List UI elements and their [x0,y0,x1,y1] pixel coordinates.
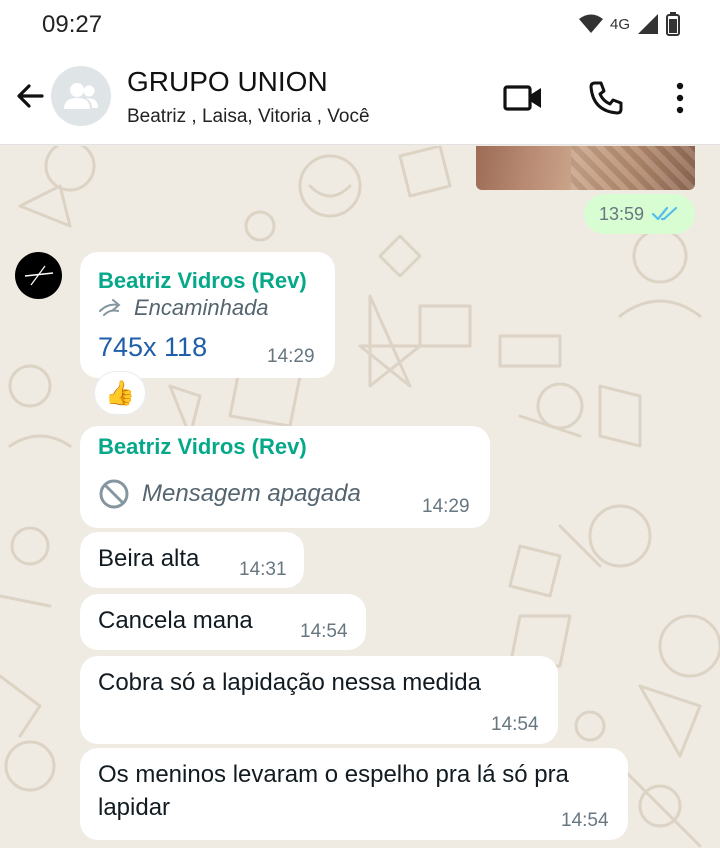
message-bubble[interactable]: Beira alta 14:31 [80,532,304,588]
forward-arrow-icon [99,299,121,316]
double-check-icon [652,206,678,221]
status-bar: 09:27 4G [0,0,720,50]
chat-header: GRUPO UNION Beatriz , Laisa, Vitoria , V… [0,50,720,145]
voice-call-icon[interactable] [586,78,626,118]
blocked-icon [99,479,129,509]
status-time: 09:27 [42,11,103,38]
deleted-message: Mensagem apagada [98,478,361,510]
more-options-icon[interactable] [660,78,700,118]
sender-logo-icon [24,265,54,286]
sender-avatar[interactable] [15,252,62,299]
network-type: 4G [609,15,630,33]
group-icon [64,83,98,109]
thumbs-up-icon: 👍 [105,379,135,407]
message-timestamp: 14:29 [267,346,315,367]
outgoing-message-meta: 13:59 [584,194,695,234]
image-message-thumbnail[interactable] [476,146,695,190]
signal-icon [638,14,658,34]
message-bubble[interactable]: Beatriz Vidros (Rev) Encaminhada 745x 11… [80,252,335,378]
sender-name[interactable]: Beatriz Vidros (Rev) [98,268,307,294]
message-bubble[interactable]: Cobra só a lapidação nessa medida 14:54 [80,656,558,744]
battery-icon [666,12,680,36]
message-timestamp: 14:54 [300,621,348,642]
status-icons: 4G [578,12,680,36]
back-arrow-icon[interactable] [12,78,48,114]
wifi-icon [578,14,603,33]
message-text: Os meninos levaram o espelho pra lá só p… [98,761,569,821]
video-call-icon[interactable] [503,78,543,118]
message-timestamp: 14:29 [422,496,470,517]
reaction-badge[interactable]: 👍 [94,371,146,415]
message-bubble[interactable]: Beatriz Vidros (Rev) Mensagem apagada 14… [80,426,490,528]
group-title[interactable]: GRUPO UNION [127,66,328,98]
group-avatar[interactable] [51,66,111,126]
message-text: Beira alta [98,545,200,572]
message-link-text[interactable]: 745x 118 [98,332,207,363]
group-participants[interactable]: Beatriz , Laisa, Vitoria , Você [127,106,370,128]
outgoing-timestamp: 13:59 [598,203,645,224]
message-timestamp: 14:54 [561,810,609,831]
message-timestamp: 14:31 [239,559,287,580]
deleted-text: Mensagem apagada [142,480,361,507]
forwarded-label: Encaminhada [98,295,269,321]
message-bubble[interactable]: Os meninos levaram o espelho pra lá só p… [80,748,628,840]
forwarded-text: Encaminhada [134,295,269,320]
message-timestamp: 14:54 [491,714,539,735]
message-bubble[interactable]: Cancela mana 14:54 [80,594,366,650]
message-text: Cancela mana [98,607,253,634]
chat-area[interactable]: 13:59 Beatriz Vidros (Rev) Encaminhada 7… [0,146,720,848]
sender-name[interactable]: Beatriz Vidros (Rev) [98,434,307,460]
message-text: Cobra só a lapidação nessa medida [98,669,481,696]
